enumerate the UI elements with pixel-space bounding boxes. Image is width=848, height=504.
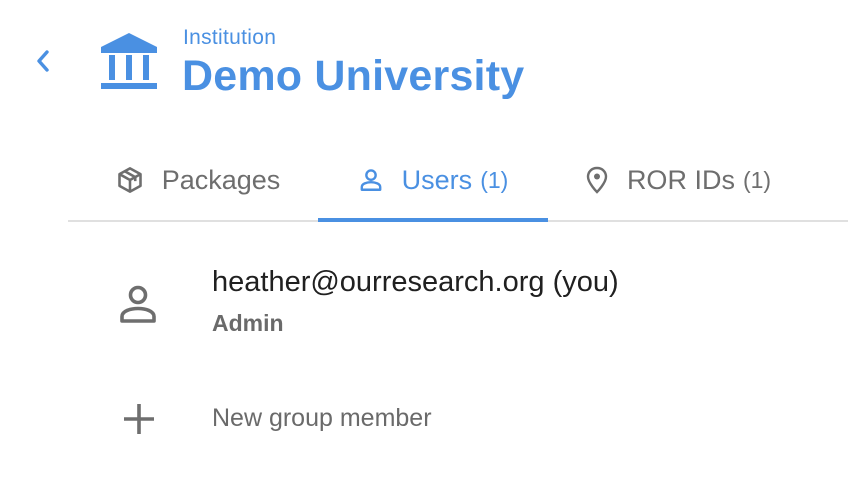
page-title: Demo University	[182, 52, 525, 100]
new-group-member-label: New group member	[212, 404, 432, 432]
chevron-left-icon	[37, 50, 49, 72]
institution-label: Institution	[183, 26, 277, 49]
tab-ror-ids-count: (1)	[742, 166, 772, 193]
tab-packages[interactable]: Packages	[98, 140, 298, 220]
list-item: heather@ourresearch.org (you) Admin	[100, 256, 800, 348]
person-icon	[120, 285, 156, 323]
tab-bar: Packages Users (1) ROR IDs (1)	[68, 140, 848, 222]
user-role: Admin	[212, 310, 284, 336]
package-icon	[116, 166, 144, 194]
tab-ror-ids-label: ROR IDs	[626, 164, 735, 195]
tab-packages-label: Packages	[161, 164, 281, 195]
tab-ror-ids[interactable]: ROR IDs (1)	[568, 140, 788, 220]
map-pin-icon	[585, 166, 609, 194]
user-email: heather@ourresearch.org (you)	[212, 266, 619, 298]
plus-icon	[124, 404, 154, 434]
bank-icon	[101, 33, 157, 89]
back-button[interactable]	[26, 44, 60, 78]
new-group-member-button[interactable]: New group member	[100, 390, 800, 450]
tab-users-label: Users	[401, 164, 473, 195]
tab-users-count: (1)	[480, 166, 509, 193]
institution-page: Institution Demo University Packages Use…	[0, 0, 848, 504]
person-icon	[358, 167, 384, 193]
active-tab-indicator	[318, 218, 548, 222]
tab-users[interactable]: Users (1)	[318, 140, 548, 220]
